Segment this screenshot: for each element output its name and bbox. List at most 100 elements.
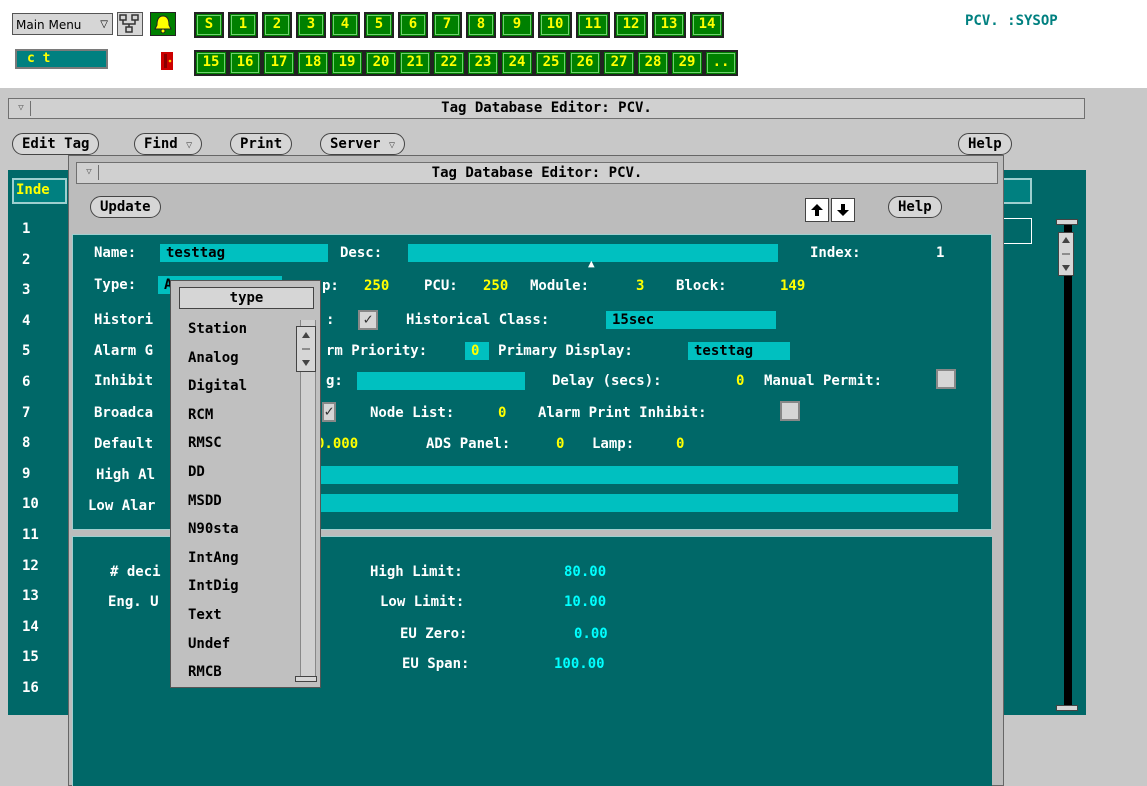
table-cell-right[interactable] bbox=[1000, 218, 1032, 244]
type-option[interactable]: Analog bbox=[188, 350, 239, 366]
dialog-help-button[interactable]: Help bbox=[888, 196, 942, 218]
type-option[interactable]: N90sta bbox=[188, 521, 239, 537]
display-button[interactable]: 21 bbox=[398, 50, 432, 76]
display-button[interactable]: 11 bbox=[576, 12, 610, 38]
display-button[interactable]: 7 bbox=[432, 12, 462, 38]
type-option[interactable]: Undef bbox=[188, 636, 230, 652]
down-arrow-icon[interactable] bbox=[831, 198, 855, 222]
display-button[interactable]: 10 bbox=[538, 12, 572, 38]
main-scrollbar-track[interactable] bbox=[1064, 220, 1072, 710]
row-number: 10 bbox=[22, 496, 39, 513]
type-option[interactable]: Digital bbox=[188, 378, 247, 394]
low-alarm-field[interactable] bbox=[318, 494, 958, 512]
broadcast-checkbox[interactable]: ✓ bbox=[322, 402, 336, 422]
display-button[interactable]: 14 bbox=[690, 12, 724, 38]
display-button[interactable]: 29 bbox=[670, 50, 704, 76]
type-option[interactable]: IntDig bbox=[188, 578, 239, 594]
index-value: 1 bbox=[936, 245, 945, 261]
chevron-down-icon: ▽ bbox=[389, 140, 396, 151]
row-number: 6 bbox=[22, 374, 31, 390]
dialog-titlebar[interactable]: ▽ Tag Database Editor: PCV. bbox=[76, 162, 998, 184]
display-button[interactable]: 13 bbox=[652, 12, 686, 38]
display-button[interactable]: 23 bbox=[466, 50, 500, 76]
historical-checkbox[interactable]: ✓ bbox=[358, 310, 378, 330]
display-button[interactable]: 25 bbox=[534, 50, 568, 76]
type-scrollbar-thumb[interactable] bbox=[296, 326, 316, 372]
loop-value: 250 bbox=[364, 278, 390, 294]
name-field[interactable]: testtag bbox=[160, 244, 328, 262]
block-value: 149 bbox=[780, 278, 806, 294]
server-menu-button[interactable]: Server ▽ bbox=[320, 133, 406, 155]
main-window-titlebar[interactable]: ▽ Tag Database Editor: PCV. bbox=[8, 98, 1085, 119]
row-number: 11 bbox=[22, 527, 39, 543]
chevron-down-icon: ▽ bbox=[186, 140, 193, 151]
main-scrollbar-thumb[interactable] bbox=[1058, 232, 1074, 276]
display-button[interactable]: 16 bbox=[228, 50, 262, 76]
display-button[interactable]: 26 bbox=[568, 50, 602, 76]
primary-display-field[interactable]: testtag bbox=[688, 342, 790, 360]
type-option[interactable]: RMSC bbox=[188, 435, 222, 451]
display-button[interactable]: 9 bbox=[500, 12, 534, 38]
edit-tag-label: Edit Tag bbox=[22, 136, 90, 152]
type-option[interactable]: RCM bbox=[188, 407, 213, 423]
display-button[interactable]: 24 bbox=[500, 50, 534, 76]
main-window-title: Tag Database Editor: PCV. bbox=[441, 100, 652, 116]
type-option[interactable]: Text bbox=[188, 607, 222, 623]
low-alarm-label: Low Alar bbox=[88, 498, 156, 514]
display-button[interactable]: 1 bbox=[228, 12, 258, 38]
type-option[interactable]: Station bbox=[188, 321, 247, 337]
display-button[interactable]: 27 bbox=[602, 50, 636, 76]
display-button[interactable]: 19 bbox=[330, 50, 364, 76]
high-alarm-field[interactable] bbox=[318, 466, 958, 484]
display-button[interactable]: 2 bbox=[262, 12, 292, 38]
type-option[interactable]: RMCB bbox=[188, 664, 222, 680]
display-button[interactable]: 17 bbox=[262, 50, 296, 76]
alarm-print-inhibit-checkbox[interactable] bbox=[780, 401, 800, 421]
display-button[interactable]: 3 bbox=[296, 12, 326, 38]
type-scrollbar-track[interactable] bbox=[300, 320, 316, 682]
lamp-label: Lamp: bbox=[592, 436, 635, 452]
edit-tag-menu-button[interactable]: Edit Tag bbox=[12, 133, 100, 155]
display-button[interactable]: 6 bbox=[398, 12, 428, 38]
type-scrollbar-bottom-cap[interactable] bbox=[295, 676, 317, 682]
main-scrollbar-bottom-cap[interactable] bbox=[1056, 705, 1078, 711]
display-button[interactable]: .. bbox=[704, 50, 738, 76]
update-button[interactable]: Update bbox=[90, 196, 161, 218]
alarm-priority-field[interactable]: 0 bbox=[465, 342, 489, 360]
lamp-value: 0 bbox=[676, 436, 685, 452]
display-button[interactable]: 4 bbox=[330, 12, 360, 38]
type-option[interactable]: DD bbox=[188, 464, 205, 480]
type-option[interactable]: MSDD bbox=[188, 493, 222, 509]
find-menu-button[interactable]: Find ▽ bbox=[134, 133, 203, 155]
display-button[interactable]: 5 bbox=[364, 12, 394, 38]
display-button[interactable]: 15 bbox=[194, 50, 228, 76]
inhibit-tag-field[interactable] bbox=[357, 372, 525, 390]
network-icon[interactable] bbox=[117, 12, 143, 36]
exit-door-icon[interactable] bbox=[156, 50, 180, 72]
display-button[interactable]: 12 bbox=[614, 12, 648, 38]
desc-label: Desc: bbox=[340, 245, 383, 261]
delay-label: Delay (secs): bbox=[552, 373, 662, 389]
display-button[interactable]: 8 bbox=[466, 12, 496, 38]
row-number: 4 bbox=[22, 312, 31, 329]
window-menu-icon[interactable]: ▽ bbox=[80, 165, 99, 180]
print-menu-button[interactable]: Print bbox=[230, 133, 293, 155]
manual-permit-checkbox[interactable] bbox=[936, 369, 956, 389]
alarm-bell-icon[interactable] bbox=[150, 12, 176, 36]
main-help-button[interactable]: Help bbox=[958, 133, 1012, 155]
command-field[interactable]: c t bbox=[15, 49, 108, 69]
historical-class-field[interactable]: 15sec bbox=[606, 311, 776, 329]
main-menu-button[interactable]: Main Menu ▽ bbox=[12, 13, 113, 35]
up-arrow-icon[interactable] bbox=[805, 198, 829, 222]
low-limit-value: 10.00 bbox=[564, 594, 607, 610]
index-column-header[interactable]: Inde bbox=[12, 178, 67, 204]
column-header-right[interactable] bbox=[1000, 178, 1032, 204]
window-menu-icon[interactable]: ▽ bbox=[12, 101, 31, 116]
display-button[interactable]: 18 bbox=[296, 50, 330, 76]
type-option[interactable]: IntAng bbox=[188, 550, 239, 566]
display-button[interactable]: 28 bbox=[636, 50, 670, 76]
main-scrollbar-top-cap[interactable] bbox=[1056, 219, 1078, 225]
display-button[interactable]: S bbox=[194, 12, 224, 38]
display-button[interactable]: 22 bbox=[432, 50, 466, 76]
display-button[interactable]: 20 bbox=[364, 50, 398, 76]
